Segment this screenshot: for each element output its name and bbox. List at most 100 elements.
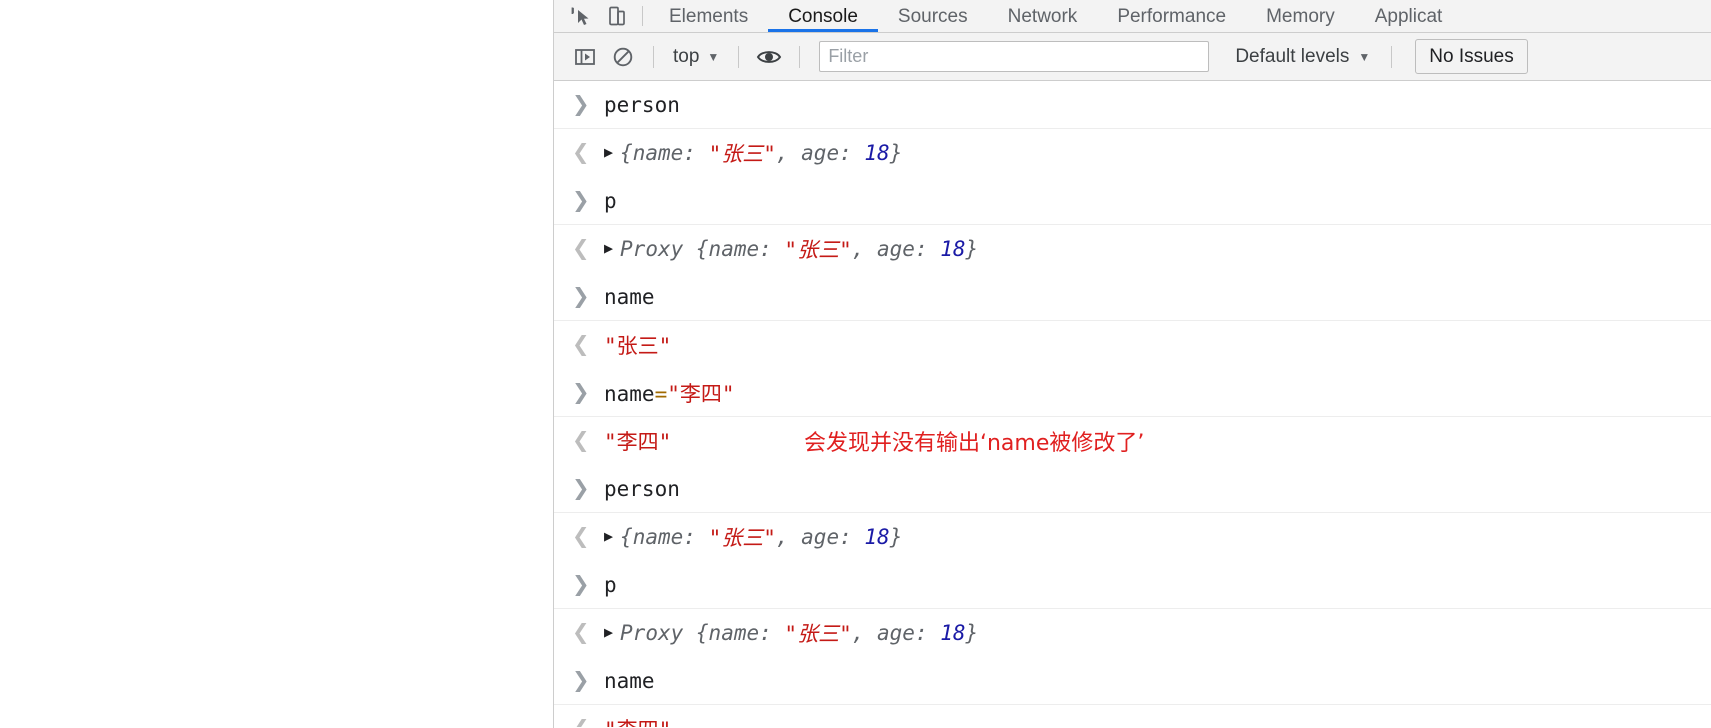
object-close-brace: } — [965, 620, 979, 645]
object-open-brace: { — [620, 140, 633, 165]
input-chevron-icon: ❯ — [572, 189, 590, 212]
expand-triangle-icon[interactable]: ▶ — [604, 529, 613, 544]
output-chevron-icon: ❮ — [572, 333, 590, 356]
console-row-input[interactable]: ❯ name="李四" — [554, 369, 1711, 417]
tab-elements[interactable]: Elements — [649, 0, 768, 32]
object-value-age: 18 — [940, 236, 966, 261]
console-row-input[interactable]: ❯ name — [554, 273, 1711, 321]
web-page-viewport[interactable] — [0, 0, 553, 728]
execution-context-selector[interactable]: top ▼ — [667, 46, 725, 68]
clear-console-icon[interactable] — [606, 40, 640, 74]
object-key-name: name: — [632, 524, 696, 549]
execution-context-label: top — [673, 45, 700, 67]
devtools-tabs: Elements Console Sources Network Perform… — [649, 0, 1462, 32]
devtools-panel: Elements Console Sources Network Perform… — [553, 0, 1711, 728]
output-chevron-icon: ❮ — [572, 718, 604, 727]
toolbar-divider-1 — [653, 45, 654, 68]
tab-sources[interactable]: Sources — [878, 0, 988, 32]
console-row-output[interactable]: ❮ "李四" — [554, 705, 1711, 728]
object-value-name: "张三" — [784, 237, 852, 262]
tab-performance[interactable]: Performance — [1097, 0, 1246, 32]
tab-application[interactable]: Applicat — [1355, 0, 1463, 32]
console-string-result: "张三" — [604, 333, 672, 358]
input-chevron-icon: ❯ — [572, 93, 590, 116]
console-row-input[interactable]: ❯ person — [554, 81, 1711, 129]
log-levels-label: Default levels — [1235, 45, 1350, 67]
toolbar-divider-3 — [799, 45, 801, 68]
console-row-input[interactable]: ❯ p — [554, 177, 1711, 225]
console-object-preview: ▶ Proxy {name: "张三", age: 18} — [604, 234, 978, 264]
object-value-name: "张三" — [784, 621, 852, 646]
console-input-text: person — [604, 92, 680, 117]
object-constructor: Proxy — [620, 236, 696, 261]
console-toolbar: top ▼ Default levels ▼ No Issues — [554, 33, 1711, 81]
expand-triangle-icon[interactable]: ▶ — [604, 241, 613, 256]
console-object-preview: ▶ Proxy {name: "张三", age: 18} — [604, 618, 978, 648]
console-string-result: "李四" — [604, 429, 672, 454]
chevron-down-icon: ▼ — [1358, 49, 1371, 64]
object-value-age: 18 — [940, 620, 966, 645]
console-row-output[interactable]: ❮ ▶ {name: "张三", age: 18} — [554, 129, 1711, 177]
output-chevron-icon: ❮ — [572, 141, 590, 164]
output-chevron-icon: ❮ — [572, 429, 590, 452]
log-levels-selector[interactable]: Default levels ▼ — [1227, 46, 1378, 68]
object-separator: , — [851, 236, 878, 261]
object-key-age: age: — [877, 236, 928, 261]
live-expression-eye-icon[interactable] — [752, 40, 786, 74]
screenshot-root: Elements Console Sources Network Perform… — [0, 0, 1711, 728]
object-key-name: name: — [632, 140, 696, 165]
object-open-brace: { — [695, 620, 709, 645]
input-chevron-icon: ❯ — [572, 573, 590, 596]
input-chevron-icon: ❯ — [572, 285, 590, 308]
device-toolbar-icon[interactable] — [604, 3, 630, 29]
assign-operator: = — [654, 381, 668, 406]
object-key-age: age: — [877, 620, 928, 645]
console-row-output[interactable]: ❮ "张三" — [554, 321, 1711, 369]
output-chevron-icon: ❮ — [572, 525, 590, 548]
console-row-output[interactable]: ❮ ▶ Proxy {name: "张三", age: 18} — [554, 225, 1711, 273]
console-filter-input[interactable] — [819, 41, 1210, 72]
console-row-input[interactable]: ❯ p — [554, 561, 1711, 609]
output-chevron-icon: ❮ — [572, 621, 590, 644]
tab-network[interactable]: Network — [988, 0, 1098, 32]
console-row-input[interactable]: ❯ name — [554, 657, 1711, 705]
console-object-preview: ▶ {name: "张三", age: 18} — [604, 138, 902, 168]
object-key-name: name: — [708, 236, 772, 261]
issues-button[interactable]: No Issues — [1415, 39, 1528, 74]
expand-triangle-icon[interactable]: ▶ — [604, 625, 613, 640]
object-value-name: "张三" — [708, 525, 776, 550]
assign-string-literal: "李四" — [667, 381, 735, 406]
object-value-name: "张三" — [708, 141, 776, 166]
tab-console[interactable]: Console — [768, 0, 878, 32]
console-row-output[interactable]: ❮ ▶ Proxy {name: "张三", age: 18} — [554, 609, 1711, 657]
console-message-list[interactable]: ❯ person ❮ ▶{name: "张三", age: 18} ❯ p ❮ … — [554, 81, 1711, 727]
tab-memory[interactable]: Memory — [1246, 0, 1355, 32]
object-key-age: age: — [801, 524, 852, 549]
devtools-tool-icons — [554, 0, 636, 32]
red-annotation-text: 会发现并没有输出‘name被修改了’ — [804, 430, 1145, 456]
object-key-age: age: — [801, 140, 852, 165]
assign-identifier: name — [604, 381, 655, 406]
output-chevron-icon: ❮ — [572, 237, 590, 260]
object-open-brace: { — [695, 236, 709, 261]
toolbar-divider-2 — [738, 45, 740, 68]
input-chevron-icon: ❯ — [572, 381, 590, 404]
object-close-brace: } — [889, 140, 903, 165]
console-row-output[interactable]: ❮ "李四" 会发现并没有输出‘name被修改了’ — [554, 417, 1711, 465]
inspect-element-icon[interactable] — [568, 3, 594, 29]
object-separator: , — [851, 620, 878, 645]
object-constructor: Proxy — [620, 620, 696, 645]
console-input-text: person — [604, 476, 680, 501]
devtools-tabstrip: Elements Console Sources Network Perform… — [554, 0, 1711, 33]
expand-triangle-icon[interactable]: ▶ — [604, 145, 613, 160]
object-value-age: 18 — [864, 140, 890, 165]
console-row-input[interactable]: ❯ person — [554, 465, 1711, 513]
console-sidebar-toggle-icon[interactable] — [568, 40, 602, 74]
toolbar-divider-4 — [1391, 45, 1393, 68]
object-value-age: 18 — [864, 524, 890, 549]
console-input-text: p — [604, 572, 617, 597]
object-separator: , — [775, 524, 802, 549]
console-string-result: "李四" — [604, 714, 671, 728]
input-chevron-icon: ❯ — [572, 669, 590, 692]
console-row-output[interactable]: ❮ ▶ {name: "张三", age: 18} — [554, 513, 1711, 561]
